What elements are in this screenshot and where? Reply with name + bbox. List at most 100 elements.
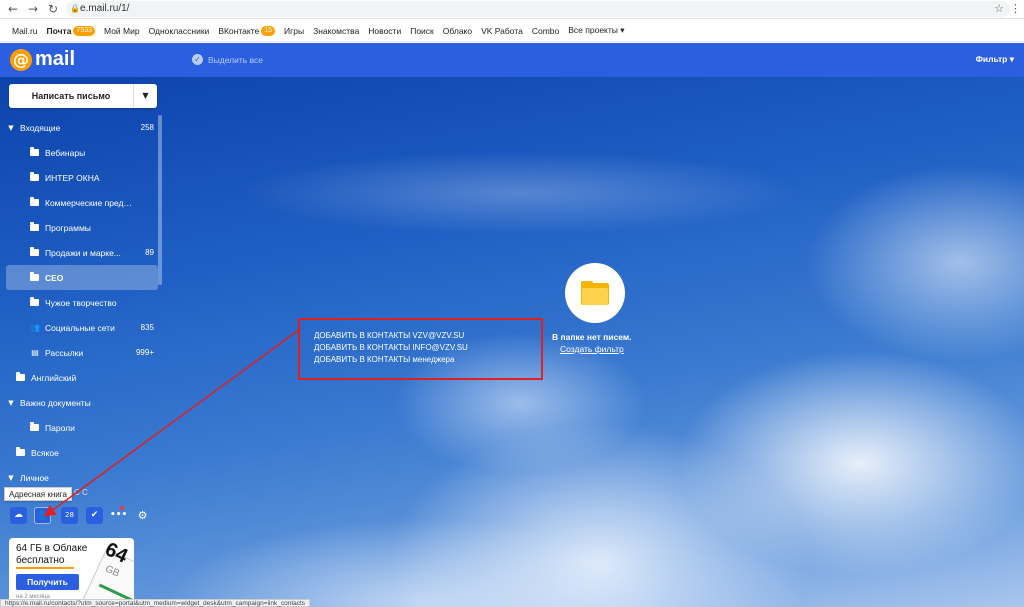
- portal-menu-item[interactable]: Все проекты ▾: [568, 25, 624, 36]
- folder-icon: [30, 272, 39, 281]
- folder-item[interactable]: Коммерческие предл...: [6, 190, 158, 215]
- url-text: e.mail.ru/1/: [80, 3, 130, 14]
- back-icon[interactable]: ←: [6, 2, 20, 16]
- mail-header: @ mail ✓ Выделить все Фильтр ▾: [0, 43, 1024, 77]
- folder-icon: [30, 297, 39, 306]
- more-icon[interactable]: •••: [110, 507, 127, 524]
- logo-text: mail: [35, 48, 76, 70]
- browser-menu-icon[interactable]: ⋮: [1010, 2, 1021, 15]
- folder-item[interactable]: ▤ Рассылки 999+: [6, 340, 158, 365]
- portal-menu-label: Mail.ru: [12, 25, 38, 36]
- mail-logo[interactable]: @ mail: [10, 48, 75, 71]
- address-book-tooltip: Адресная книга: [4, 487, 72, 501]
- folder-label: Входящие: [20, 122, 61, 133]
- folder-label: Всякое: [31, 447, 59, 458]
- portal-menu-item[interactable]: Знакомства: [313, 26, 359, 36]
- settings-icon[interactable]: ⚙: [134, 507, 151, 524]
- address-bar[interactable]: 🔒 e.mail.ru/1/ ☆: [66, 1, 1010, 17]
- portal-menu-label: VK Работа: [481, 25, 523, 36]
- counter-badge: 7533: [73, 25, 96, 36]
- select-all-button[interactable]: ✓ Выделить все: [192, 54, 263, 65]
- folder-label: Вебинары: [45, 147, 86, 158]
- folder-icon: [30, 422, 39, 431]
- folder-item[interactable]: CEO: [6, 265, 158, 290]
- folder-label: Социальные сети: [45, 322, 115, 333]
- folder-item[interactable]: Вебинары: [6, 140, 158, 165]
- folder-icon: [16, 447, 25, 456]
- portal-menu: Mail.ru Почта 7533 Мой Мир Одноклассники ВКон…: [0, 20, 1024, 42]
- portal-menu-item[interactable]: Мой Мир: [104, 26, 140, 36]
- people-icon: 👥: [30, 323, 40, 332]
- folder-count: 258: [140, 123, 154, 132]
- browser-status-bar: https://e.mail.ru/contacts/?utm_source=p…: [0, 599, 311, 607]
- folder-item[interactable]: 👥 Социальные сети 835: [6, 315, 158, 340]
- notification-dot: [120, 506, 124, 510]
- folder-label: Коммерческие предл...: [45, 197, 132, 208]
- portal-menu-label: Знакомства: [313, 25, 360, 36]
- cloud-promo-card[interactable]: 64 ГБ в Облаке бесплатно Получить на 2 м…: [9, 538, 134, 607]
- portal-menu-label: Поиск: [410, 25, 434, 36]
- compose-dropdown-icon[interactable]: ▼: [133, 84, 157, 108]
- portal-menu-item[interactable]: Игры: [284, 26, 304, 36]
- bookmark-star-icon[interactable]: ☆: [994, 1, 1004, 17]
- portal-menu-label: Мой Мир: [104, 25, 140, 36]
- portal-menu-item[interactable]: Почта 7533: [47, 25, 96, 36]
- tasks-icon[interactable]: ✔: [86, 507, 103, 524]
- folder-item[interactable]: Английский: [6, 365, 158, 390]
- folder-label: Программы: [45, 222, 91, 233]
- filter-button[interactable]: Фильтр ▾: [976, 54, 1014, 65]
- expand-arrow-icon[interactable]: ▼: [6, 474, 16, 482]
- empty-state-title: В папке нет писем.: [552, 332, 632, 342]
- calendar-icon[interactable]: 28: [61, 507, 78, 524]
- annotation-line: ДОБАВИТЬ В КОНТАКТЫ VZV@VZV.SU: [314, 331, 465, 340]
- check-circle-icon: ✓: [192, 54, 203, 65]
- expand-arrow-icon[interactable]: ▼: [6, 399, 16, 407]
- portal-menu-item[interactable]: Combo: [532, 26, 559, 36]
- address-book-icon[interactable]: 👤: [34, 507, 51, 524]
- folder-label: Личное: [20, 472, 49, 483]
- folder-count: 999+: [135, 348, 154, 357]
- portal-menu-label: Combo: [531, 25, 560, 36]
- folder-item[interactable]: ИНТЕР ОКНА: [6, 165, 158, 190]
- portal-menu-item[interactable]: Облако: [443, 26, 472, 36]
- tooltip-extra-text: C C: [74, 488, 88, 497]
- portal-menu-item[interactable]: Новости: [368, 26, 401, 36]
- portal-menu-item[interactable]: Одноклассники: [149, 26, 210, 36]
- folder-icon: [30, 222, 39, 231]
- folder-item[interactable]: Чужое творчество: [6, 290, 158, 315]
- reload-icon[interactable]: ↻: [46, 2, 60, 16]
- folder-item[interactable]: ▼ Важно документы: [6, 390, 158, 415]
- folder-item[interactable]: Программы: [6, 215, 158, 240]
- newsletter-icon: ▤: [31, 348, 39, 357]
- folder-label: Английский: [31, 372, 77, 383]
- folder-item[interactable]: Продажи и марке... 89: [6, 240, 158, 265]
- select-all-label: Выделить все: [208, 54, 263, 65]
- portal-menu-label: Игры: [284, 25, 305, 36]
- folder-item[interactable]: Пароли: [6, 415, 158, 440]
- portal-menu-item[interactable]: Mail.ru: [12, 26, 38, 36]
- promo-underline: [16, 567, 74, 569]
- portal-menu-label: Новости: [368, 25, 402, 36]
- create-filter-link[interactable]: Создать фильтр: [560, 344, 624, 354]
- at-logo-icon: @: [10, 48, 32, 71]
- portal-menu-item[interactable]: Поиск: [410, 26, 434, 36]
- forward-icon[interactable]: →: [26, 2, 40, 16]
- expand-arrow-icon[interactable]: ▼: [6, 124, 16, 132]
- folder-label: Важно документы: [20, 397, 91, 408]
- portal-menu-label: Одноклассники: [148, 25, 210, 36]
- folder-label: Продажи и марке...: [45, 247, 121, 258]
- folder-icon: [30, 147, 39, 156]
- folder-item[interactable]: Всякое: [6, 440, 158, 465]
- portal-menu-item[interactable]: ВКонтакте 15: [218, 25, 276, 36]
- promo-title: 64 ГБ в Облаке бесплатно: [16, 543, 88, 566]
- compose-button-group: Написать письмо ▼: [9, 84, 157, 108]
- folder-icon: [30, 197, 39, 206]
- compose-button[interactable]: Написать письмо: [9, 91, 133, 101]
- counter-badge: 15: [261, 25, 276, 36]
- cloud-icon[interactable]: ☁: [10, 507, 27, 524]
- promo-get-button[interactable]: Получить: [16, 574, 79, 590]
- portal-menu-label: ВКонтакте: [218, 25, 260, 36]
- sidebar-scrollbar[interactable]: [158, 115, 162, 285]
- portal-menu-item[interactable]: VK Работа: [481, 26, 523, 36]
- folder-item[interactable]: ▼ Входящие 258: [6, 115, 158, 140]
